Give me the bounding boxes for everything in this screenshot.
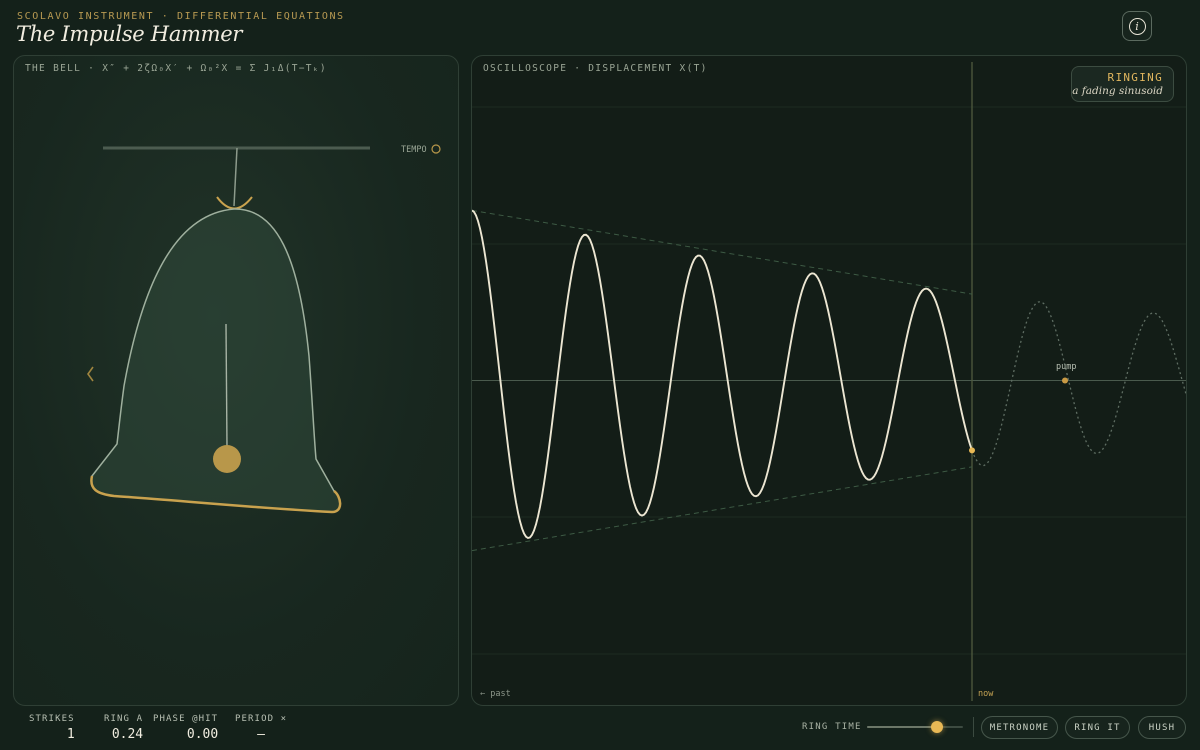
app-eyebrow: SCOLAVO INSTRUMENT · DIFFERENTIAL EQUATI… xyxy=(17,11,345,22)
slider-fill xyxy=(867,726,938,728)
stat-value: 0.24 xyxy=(111,727,144,742)
ring-time-label: RING TIME xyxy=(802,722,862,732)
envelope-upper xyxy=(472,209,973,295)
stat-label: STRIKES xyxy=(29,714,75,724)
clapper-rod xyxy=(225,323,228,449)
bell-panel: THE BELL · X″ + 2ζΩ₀X′ + Ω₀²X = Σ J₁Δ(T−… xyxy=(13,55,459,706)
status-badge: RINGING a fading sinusoid xyxy=(1071,66,1174,102)
stat-label: PERIOD × xyxy=(235,714,288,724)
stat-strikes: STRIKES 1 xyxy=(29,714,75,742)
stat-value: 1 xyxy=(66,727,75,742)
forecast-trace xyxy=(971,301,1186,467)
oscilloscope-panel: OSCILLOSCOPE · DISPLACEMENT X(T) pump ← … xyxy=(471,55,1187,706)
stat-value: 0.00 xyxy=(186,727,219,742)
pump-label: pump xyxy=(1056,362,1076,372)
status-title: RINGING xyxy=(1107,71,1163,84)
stat-phase-at-hit: PHASE @HIT 0.00 xyxy=(153,714,218,742)
info-icon: i xyxy=(1128,17,1146,35)
tempo-indicator-icon[interactable] xyxy=(431,144,441,154)
stat-period: PERIOD × — xyxy=(235,714,287,742)
slider-knob[interactable] xyxy=(931,721,944,733)
displacement-trace xyxy=(472,209,973,540)
metronome-button[interactable]: METRONOME xyxy=(981,716,1058,739)
ring-it-button[interactable]: RING IT xyxy=(1065,716,1130,739)
controls-divider xyxy=(973,717,974,737)
stat-label: RING A xyxy=(104,714,144,724)
stat-label: PHASE @HIT xyxy=(153,714,219,724)
bell-suspension-line xyxy=(233,147,238,207)
tempo-label: TEMPO xyxy=(401,145,427,155)
past-label: ← past xyxy=(480,689,511,699)
now-dot xyxy=(969,447,975,454)
status-subtitle: a fading sinusoid xyxy=(1072,85,1163,97)
stat-ring-a: RING A 0.24 xyxy=(104,714,143,742)
envelope-lower xyxy=(472,466,973,552)
pump-marker[interactable] xyxy=(1062,377,1068,384)
now-label: now xyxy=(978,689,994,699)
stat-value: — xyxy=(257,727,265,742)
ring-time-slider[interactable] xyxy=(867,721,963,733)
page-title: The Impulse Hammer xyxy=(16,22,243,46)
hush-button[interactable]: HUSH xyxy=(1138,716,1186,739)
bell-canvas: TEMPO xyxy=(87,144,441,514)
chevron-left-icon[interactable] xyxy=(87,366,94,382)
clapper-ball xyxy=(213,445,241,473)
oscilloscope-canvas: pump ← past now xyxy=(472,62,1186,701)
info-button[interactable]: i xyxy=(1122,11,1152,41)
